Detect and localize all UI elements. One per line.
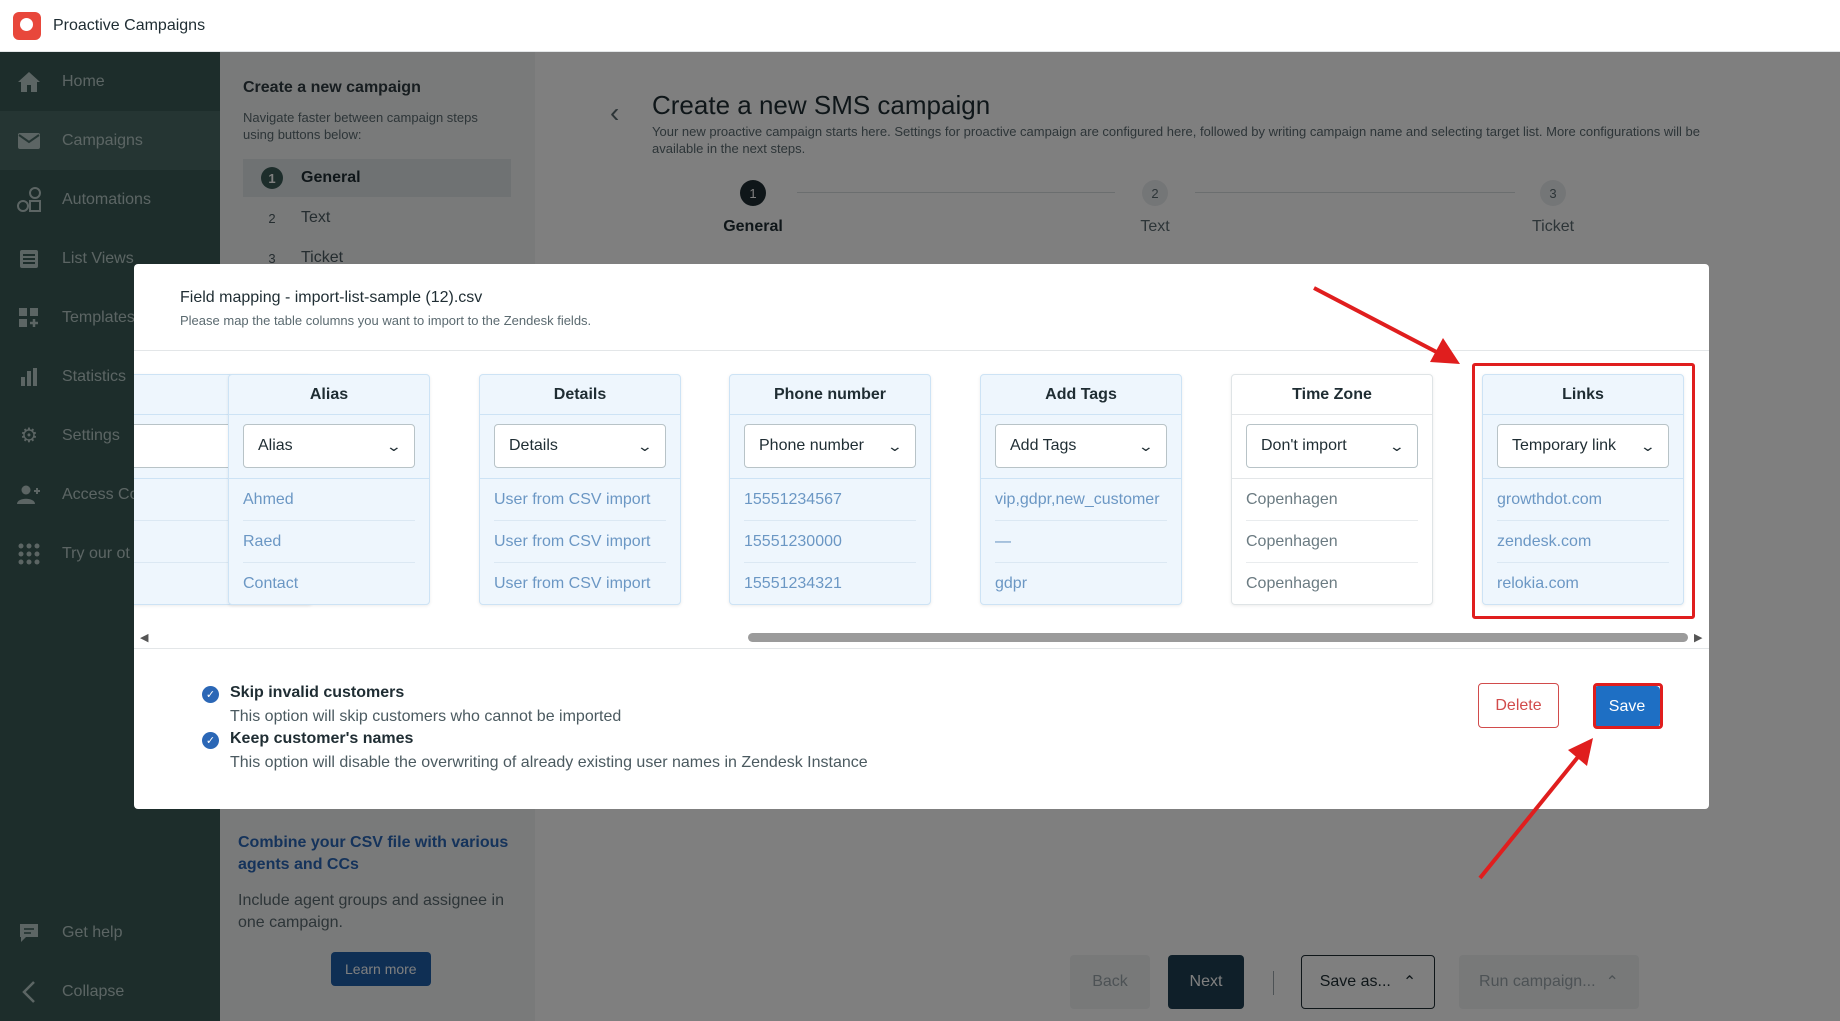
arrow-to-save-icon	[1478, 738, 1593, 880]
annotation-arrows	[1313, 286, 1593, 880]
arrow-to-links-icon	[1313, 286, 1460, 364]
